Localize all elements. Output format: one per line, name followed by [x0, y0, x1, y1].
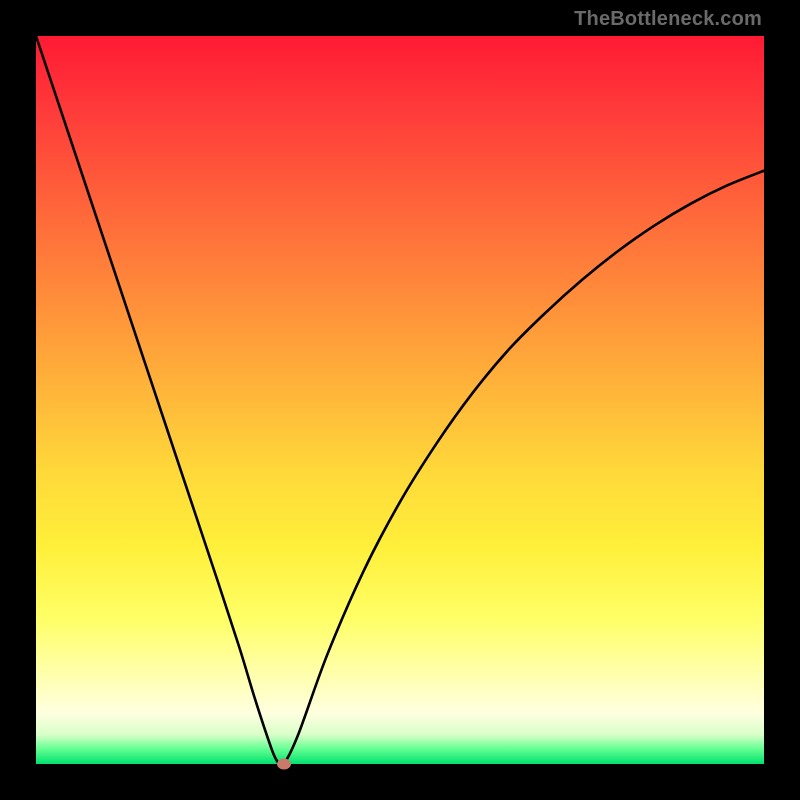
curve-svg	[36, 36, 764, 764]
chart-frame: TheBottleneck.com	[0, 0, 800, 800]
watermark-text: TheBottleneck.com	[574, 8, 762, 31]
optimum-marker	[277, 759, 291, 770]
bottleneck-curve	[36, 36, 764, 764]
plot-area	[36, 36, 764, 764]
